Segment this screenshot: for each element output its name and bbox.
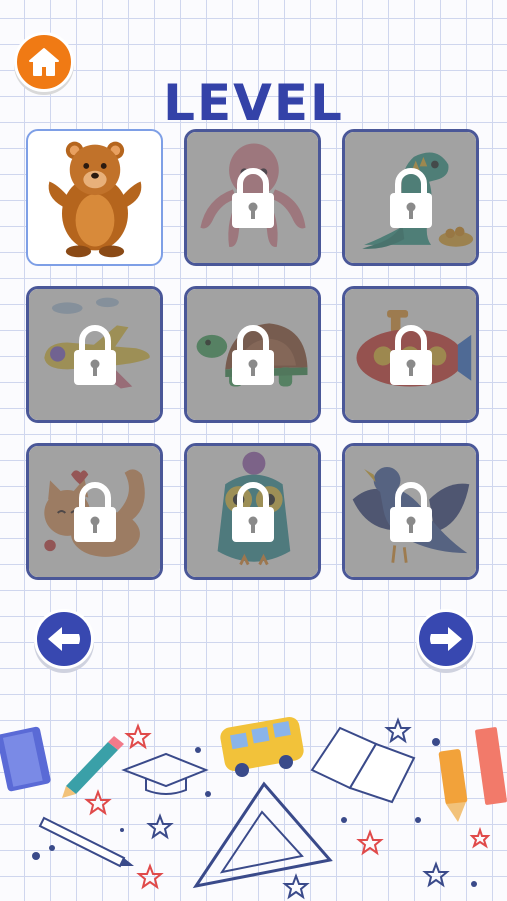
level-tile-airplane[interactable] — [26, 286, 163, 423]
book-icon — [0, 726, 51, 792]
graduation-cap-icon — [121, 752, 209, 795]
level-tile-turtle[interactable] — [184, 286, 321, 423]
lock-icon — [389, 167, 432, 228]
next-page-button[interactable] — [416, 609, 476, 669]
level-tile-bear[interactable] — [26, 129, 163, 266]
page-title: LEVEL — [163, 74, 344, 132]
arrow-right-icon — [430, 627, 462, 651]
level-tile-cat[interactable] — [26, 443, 163, 580]
triangle-ruler-icon — [192, 781, 333, 889]
lock-icon — [231, 167, 274, 228]
arrow-left-icon — [48, 627, 80, 651]
lock-icon — [231, 324, 274, 385]
small-pencil-icon — [438, 749, 468, 822]
school-doodles-decoration — [0, 716, 507, 900]
previous-page-button[interactable] — [34, 609, 94, 669]
level-tile-bird[interactable] — [342, 443, 479, 580]
ruler-icon — [475, 727, 507, 805]
bear-picture — [48, 141, 142, 258]
school-bus-icon — [220, 716, 304, 777]
pencil-icon — [62, 736, 124, 798]
level-tile-submarine[interactable] — [342, 286, 479, 423]
lock-icon — [73, 481, 116, 542]
lock-icon — [231, 481, 274, 542]
lock-icon — [389, 324, 432, 385]
level-tile-dinosaur[interactable] — [342, 129, 479, 266]
lock-icon — [73, 324, 116, 385]
level-tile-octopus[interactable] — [184, 129, 321, 266]
level-tile-owl[interactable] — [184, 443, 321, 580]
lock-icon — [389, 481, 432, 542]
long-pencil-icon — [38, 816, 134, 868]
open-book-icon — [310, 726, 416, 804]
